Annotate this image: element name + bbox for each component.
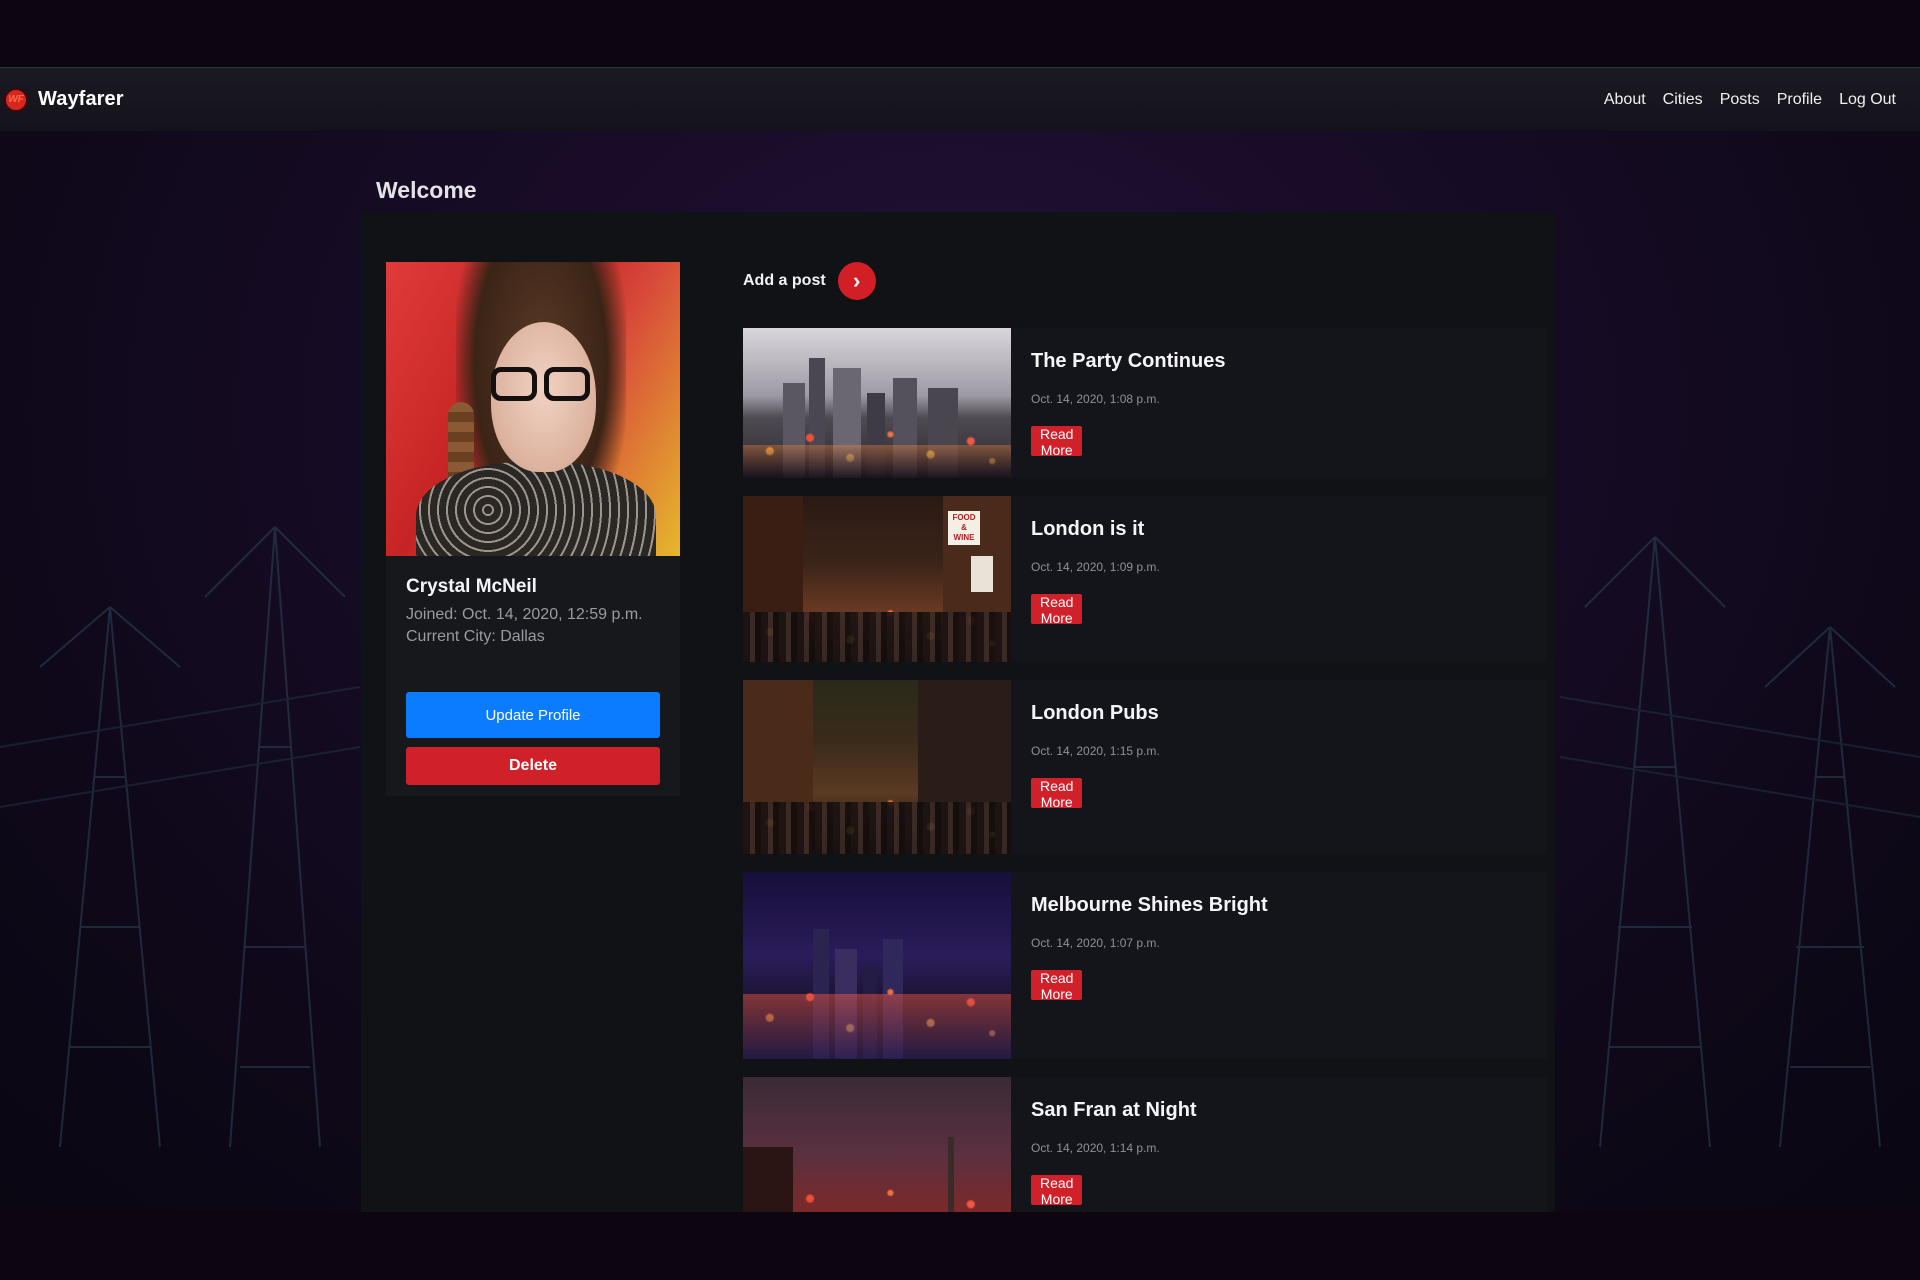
post-title[interactable]: London Pubs xyxy=(1031,702,1159,725)
nav-link-posts[interactable]: Posts xyxy=(1720,91,1760,109)
profile-photo xyxy=(386,262,680,556)
read-more-button[interactable]: Read More xyxy=(1031,594,1083,626)
bottom-letterbox xyxy=(0,1212,1920,1280)
post-date: Oct. 14, 2020, 1:09 p.m. xyxy=(1031,560,1160,574)
nav-link-about[interactable]: About xyxy=(1604,91,1646,109)
post-card: FOOD & WINE London is it Oct. 14, 2020, … xyxy=(743,496,1547,662)
page-viewport: WF Wayfarer About Cities Posts Profile L… xyxy=(0,67,1920,1212)
page-title: Welcome xyxy=(376,177,477,203)
post-date: Oct. 14, 2020, 1:14 p.m. xyxy=(1031,1141,1160,1155)
background-towers-right xyxy=(1560,536,1920,1147)
brand-name: Wayfarer xyxy=(38,88,124,110)
profile-name: Crystal McNeil xyxy=(406,576,537,597)
post-date: Oct. 14, 2020, 1:07 p.m. xyxy=(1031,936,1160,950)
post-thumbnail[interactable]: FOOD & WINE xyxy=(743,496,1011,662)
profile-info: Crystal McNeil Joined: Oct. 14, 2020, 12… xyxy=(386,556,680,648)
nav-link-cities[interactable]: Cities xyxy=(1663,91,1703,109)
brand[interactable]: WF Wayfarer xyxy=(4,87,124,112)
nav-link-logout[interactable]: Log Out xyxy=(1839,91,1896,109)
post-date: Oct. 14, 2020, 1:15 p.m. xyxy=(1031,744,1160,758)
post-card: Melbourne Shines Bright Oct. 14, 2020, 1… xyxy=(743,872,1547,1059)
add-post-label: Add a post xyxy=(743,272,826,289)
post-title[interactable]: San Fran at Night xyxy=(1031,1099,1197,1122)
post-title[interactable]: London is it xyxy=(1031,518,1144,541)
post-title[interactable]: Melbourne Shines Bright xyxy=(1031,894,1268,917)
read-more-button[interactable]: Read More xyxy=(1031,778,1083,810)
profile-current-city: Current City: Dallas xyxy=(406,628,545,645)
chevron-right-icon: › xyxy=(853,268,861,293)
post-thumbnail[interactable] xyxy=(743,1077,1011,1212)
read-more-button[interactable]: Read More xyxy=(1031,1175,1083,1207)
post-card: San Fran at Night Oct. 14, 2020, 1:14 p.… xyxy=(743,1077,1547,1212)
read-more-button[interactable]: Read More xyxy=(1031,426,1083,458)
navbar: WF Wayfarer About Cities Posts Profile L… xyxy=(0,67,1920,131)
post-card: London Pubs Oct. 14, 2020, 1:15 p.m. Rea… xyxy=(743,680,1547,854)
profile-card: Crystal McNeil Joined: Oct. 14, 2020, 12… xyxy=(386,262,680,796)
main-panel: Crystal McNeil Joined: Oct. 14, 2020, 12… xyxy=(361,212,1555,1212)
posts-list: The Party Continues Oct. 14, 2020, 1:08 … xyxy=(743,328,1547,1212)
post-date: Oct. 14, 2020, 1:08 p.m. xyxy=(1031,392,1160,406)
post-thumbnail[interactable] xyxy=(743,328,1011,478)
post-thumbnail[interactable] xyxy=(743,680,1011,854)
post-thumbnail[interactable] xyxy=(743,872,1011,1059)
profile-joined: Joined: Oct. 14, 2020, 12:59 p.m. xyxy=(406,606,643,623)
nav-link-profile[interactable]: Profile xyxy=(1777,91,1822,109)
brand-logo-icon: WF xyxy=(4,87,28,112)
nav-links: About Cities Posts Profile Log Out xyxy=(1604,91,1896,109)
read-more-button[interactable]: Read More xyxy=(1031,970,1083,1002)
top-letterbox xyxy=(0,0,1920,67)
post-card: The Party Continues Oct. 14, 2020, 1:08 … xyxy=(743,328,1547,478)
update-profile-button[interactable]: Update Profile xyxy=(406,692,660,738)
background-towers-left xyxy=(0,526,360,1147)
post-title[interactable]: The Party Continues xyxy=(1031,350,1225,373)
add-post-button[interactable]: › xyxy=(837,262,876,300)
add-post: Add a post › xyxy=(743,262,876,300)
delete-button[interactable]: Delete xyxy=(406,747,660,785)
